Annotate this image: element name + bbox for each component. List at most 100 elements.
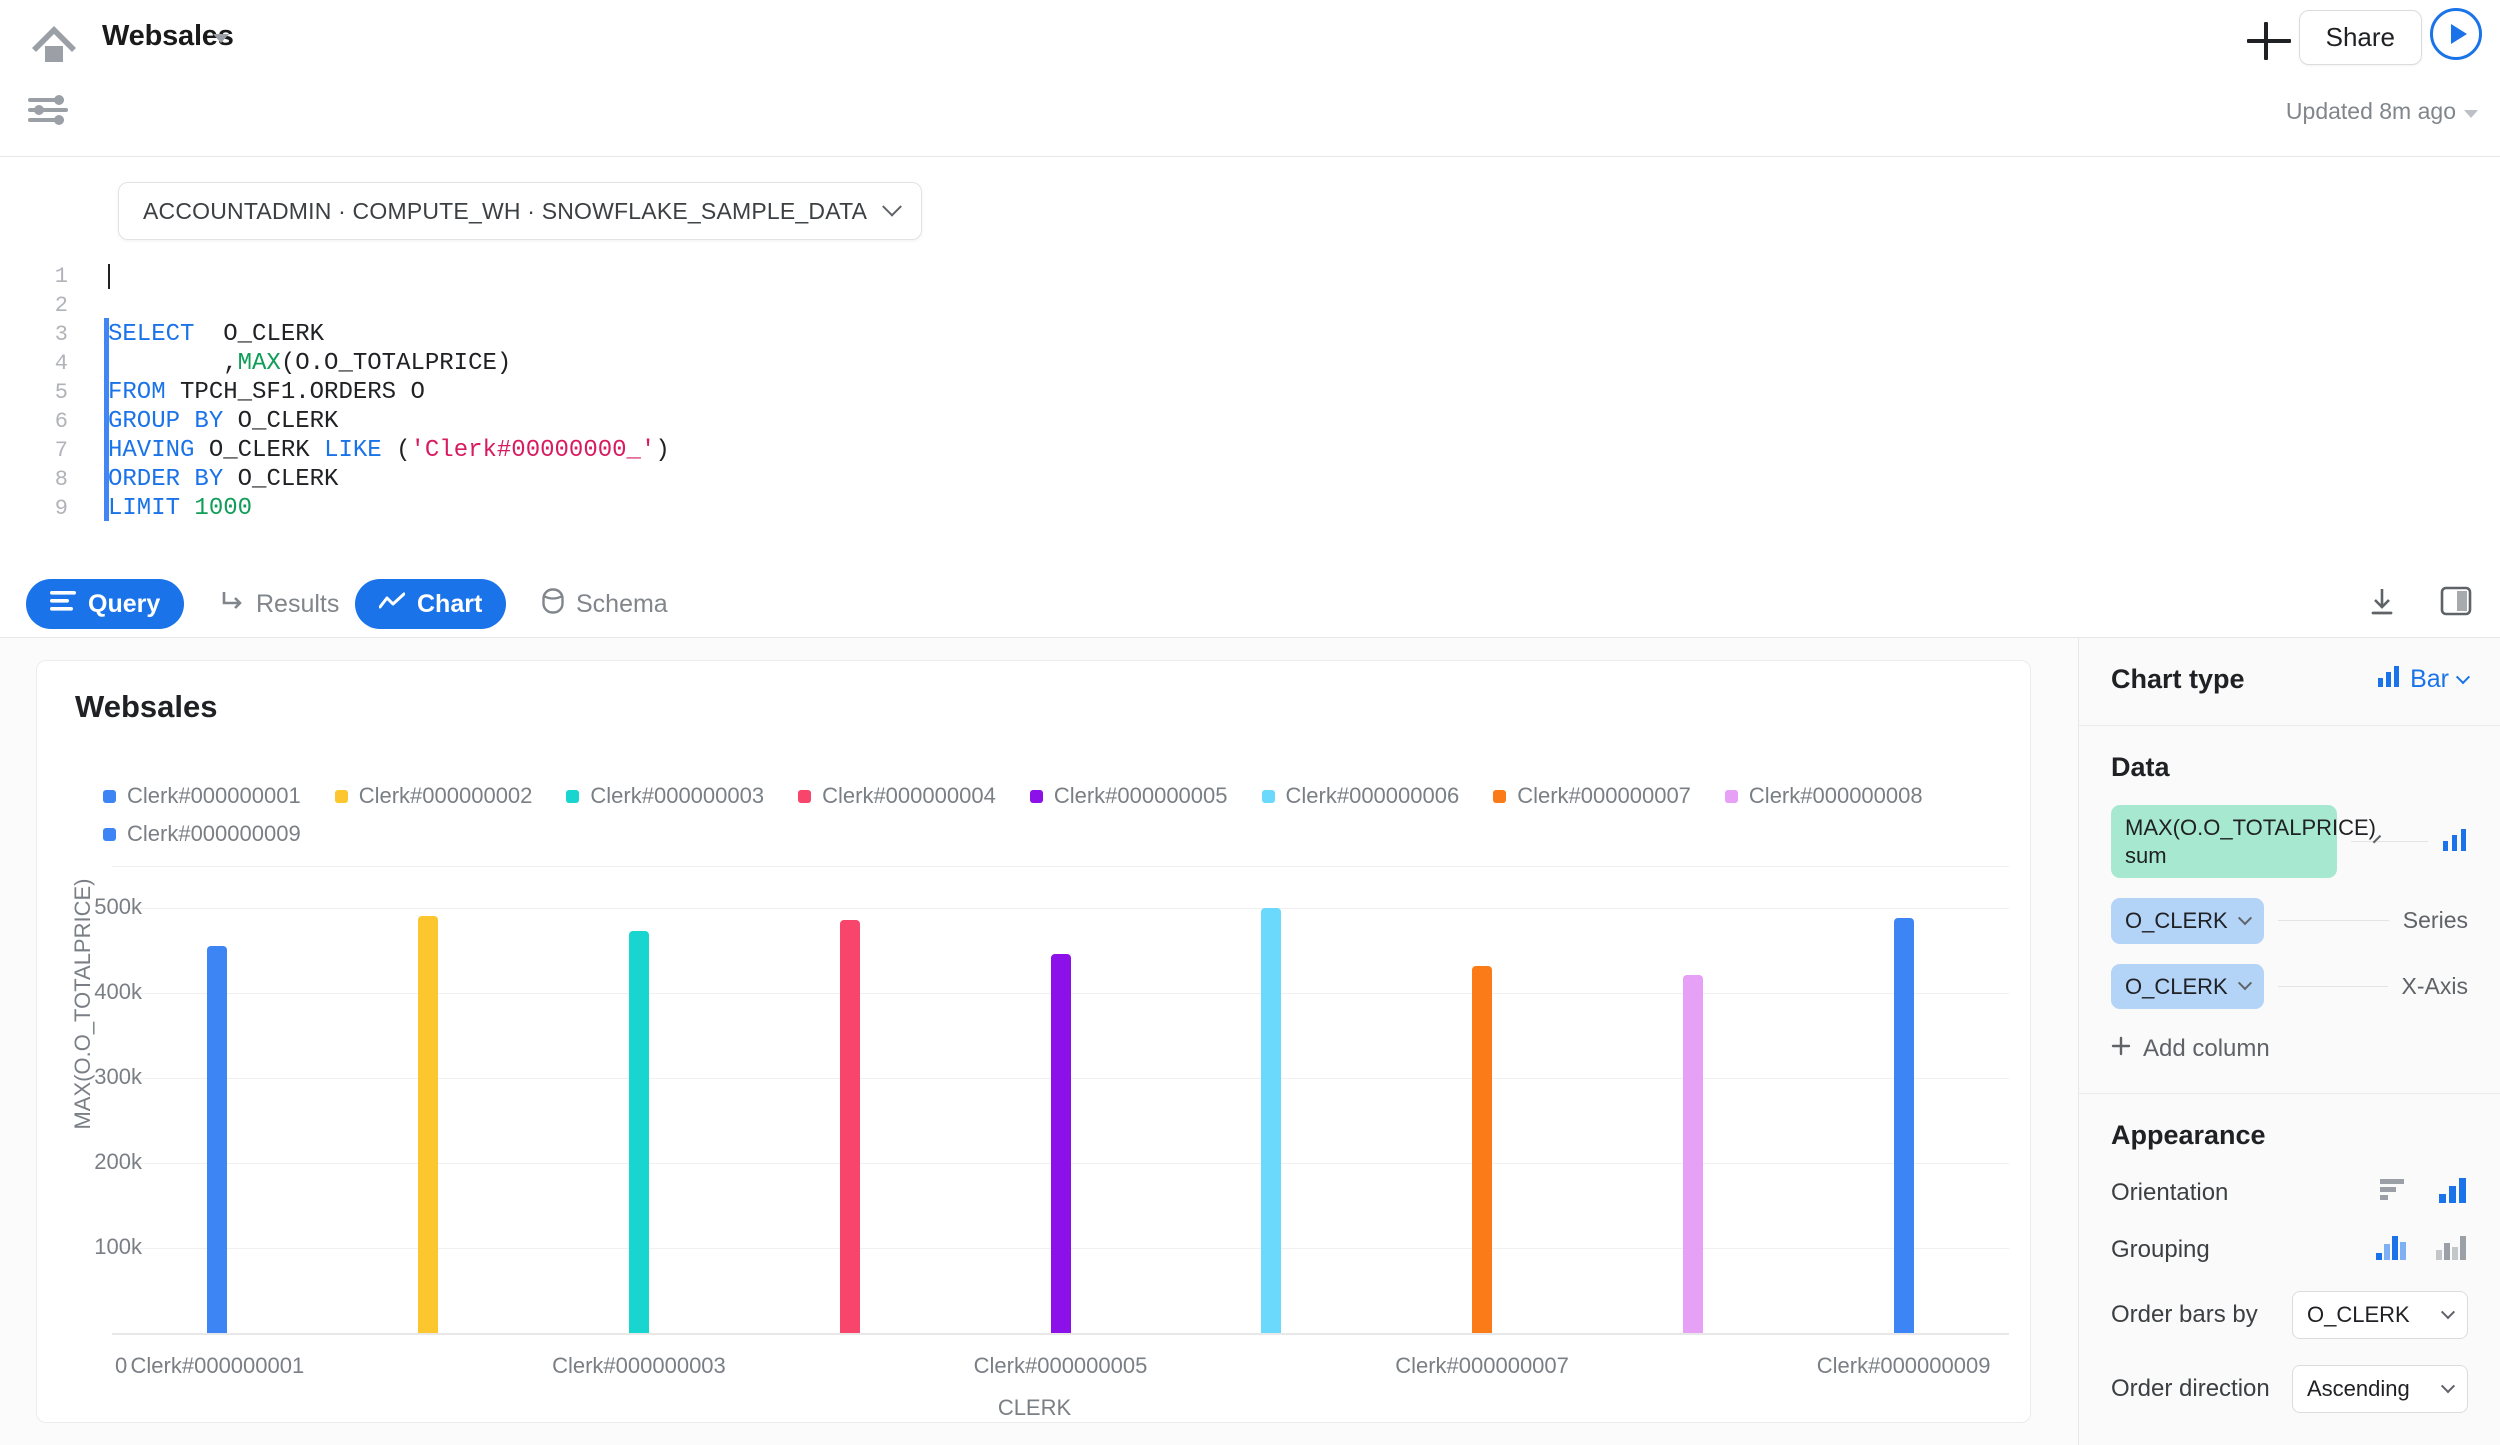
arrow-turn-icon	[220, 590, 244, 619]
top-bar: Websales Share Updated 8m ago	[0, 0, 2500, 157]
x-axis-tick-label: Clerk#000000003	[552, 1353, 726, 1378]
orientation-row: Orientation	[2111, 1177, 2468, 1208]
xaxis-pill-label: O_CLERK	[2125, 973, 2228, 999]
tab-label: Results	[256, 589, 340, 618]
line-number: 5	[54, 380, 68, 405]
code-line: ,MAX(O.O_TOTALPRICE)	[108, 350, 512, 377]
gridline-top	[112, 866, 2009, 867]
order-direction-row: Order direction Ascending	[2111, 1365, 2468, 1413]
series-role-label: Series	[2402, 907, 2468, 934]
x-axis-title: CLERK	[997, 1395, 1072, 1420]
line-number: 4	[54, 351, 68, 376]
line-chart-icon	[378, 590, 406, 619]
run-query-button[interactable]	[2430, 8, 2482, 60]
stacked-bars-icon[interactable]	[2376, 1234, 2408, 1265]
title-dropdown-caret-icon[interactable]	[213, 34, 229, 43]
series-pill[interactable]: O_CLERK	[2111, 898, 2264, 944]
chart-bar[interactable]	[418, 916, 439, 1333]
line-number: 7	[54, 438, 68, 463]
data-title: Data	[2111, 752, 2170, 782]
order-bars-by-label: Order bars by	[2111, 1301, 2258, 1328]
series-pill-label: O_CLERK	[2125, 908, 2228, 933]
xaxis-pill[interactable]: O_CLERK	[2111, 963, 2264, 1009]
chart-type-selector[interactable]: Bar	[2377, 665, 2471, 694]
vertical-bars-icon[interactable]	[2438, 1177, 2468, 1208]
chart-config-panel: Chart type Bar Data MAX(O.O_TOTALPRICE) …	[2078, 638, 2500, 1445]
chart-bar[interactable]	[207, 945, 228, 1333]
tab-label: Schema	[576, 589, 668, 618]
updated-dropdown-caret-icon[interactable]	[2464, 110, 2478, 118]
chart-plot: 100k 200k 300k 400k 500k 0 Clerk#000000001 Cler…	[37, 661, 2032, 1424]
updated-status: Updated 8m ago	[2285, 98, 2456, 124]
add-button[interactable]	[2244, 16, 2294, 66]
tab-label: Chart	[417, 589, 483, 618]
chevron-down-icon	[2237, 910, 2252, 925]
chevron-down-icon	[2455, 669, 2471, 684]
order-direction-select[interactable]: Ascending	[2292, 1365, 2468, 1413]
order-direction-label: Order direction	[2111, 1375, 2270, 1402]
connector-line	[2351, 841, 2428, 842]
sql-code[interactable]: SELECT O_CLERK ,MAX(O.O_TOTALPRICE) FROM …	[108, 262, 670, 523]
line-number: 1	[54, 264, 68, 289]
code-line: FROM TPCH_SF1.ORDERS O	[108, 379, 425, 406]
chart-bar[interactable]	[1893, 917, 1914, 1333]
bar-chart-icon	[2377, 665, 2401, 694]
home-icon[interactable]	[26, 16, 82, 72]
measure-pill[interactable]: MAX(O.O_TOTALPRICE) sum	[2111, 805, 2382, 878]
y-axis-tick-label: 100k	[94, 1234, 142, 1260]
chart-bar[interactable]	[628, 930, 649, 1333]
share-button[interactable]: Share	[2298, 10, 2422, 65]
chart-type-title: Chart type	[2111, 664, 2245, 694]
chevron-down-icon	[2237, 976, 2252, 991]
sql-editor[interactable]: 1 2 3 4 5 6 7 8 9 SELECT O_CLERK ,MAX(O.…	[0, 262, 2100, 572]
xaxis-role-label: X-Axis	[2401, 972, 2468, 999]
split-panel-icon[interactable]	[2440, 586, 2472, 623]
chart-type-section: Chart type Bar	[2079, 638, 2500, 726]
chart-area: Websales Clerk#000000001 Clerk#000000002 C…	[0, 638, 2078, 1445]
chart-bar[interactable]	[1261, 908, 1282, 1333]
add-column-button[interactable]: Add column	[2111, 1035, 2468, 1063]
orientation-label: Orientation	[2111, 1178, 2229, 1206]
x-axis-line	[112, 1333, 2009, 1335]
tab-label: Query	[88, 589, 161, 618]
connector-line	[2277, 920, 2389, 922]
line-number: 2	[54, 293, 68, 318]
chart-bar[interactable]	[1050, 954, 1071, 1333]
grouped-bars-icon[interactable]	[2436, 1234, 2468, 1265]
chevron-down-icon	[2440, 1379, 2456, 1394]
chart-bar[interactable]	[1682, 974, 1703, 1333]
horizontal-bars-icon[interactable]	[2380, 1177, 2410, 1208]
chart-bar[interactable]	[1472, 966, 1493, 1333]
line-number: 8	[54, 467, 68, 492]
add-column-label: Add column	[2143, 1035, 2270, 1062]
tab-results[interactable]: Results	[196, 579, 363, 629]
tab-schema[interactable]: Schema	[518, 579, 692, 629]
grouping-label: Grouping	[2111, 1235, 2210, 1263]
tab-query[interactable]: Query	[26, 579, 185, 629]
y-axis-title: MAX(O.O_TOTALPRICE)	[70, 878, 95, 1130]
tab-chart[interactable]: Chart	[355, 579, 507, 629]
lines-icon	[50, 590, 76, 619]
download-icon[interactable]	[2366, 586, 2398, 623]
data-section: Data MAX(O.O_TOTALPRICE) sum O_CLERK Ser…	[2079, 726, 2500, 1094]
appearance-section: Appearance Orientation Grouping Order ba…	[2079, 1094, 2500, 1443]
connection-context-selector[interactable]: ACCOUNTADMIN · COMPUTE_WH · SNOWFLAKE_SA…	[118, 182, 923, 240]
view-tab-bar: Query Results Chart Schema	[0, 570, 2500, 638]
connection-context-label: ACCOUNTADMIN · COMPUTE_WH · SNOWFLAKE_SA…	[143, 197, 868, 224]
line-number-gutter: 1 2 3 4 5 6 7 8 9	[0, 262, 78, 523]
x-axis-tick-label: Clerk#000000005	[973, 1353, 1148, 1378]
bar-chart-icon[interactable]	[2442, 827, 2468, 856]
view-toolbar	[2366, 586, 2472, 623]
line-number: 3	[54, 322, 68, 347]
chart-bar[interactable]	[839, 920, 860, 1333]
sliders-icon[interactable]	[26, 88, 70, 132]
order-bars-by-select[interactable]: O_CLERK	[2292, 1291, 2468, 1339]
gridline	[112, 908, 2009, 910]
order-bars-by-value: O_CLERK	[2307, 1302, 2410, 1327]
x-axis-tick-label: Clerk#000000007	[1395, 1353, 1569, 1378]
x-axis-tick-label: Clerk#000000001	[130, 1353, 305, 1378]
connector-line	[2277, 985, 2388, 987]
chevron-down-icon	[882, 196, 903, 217]
